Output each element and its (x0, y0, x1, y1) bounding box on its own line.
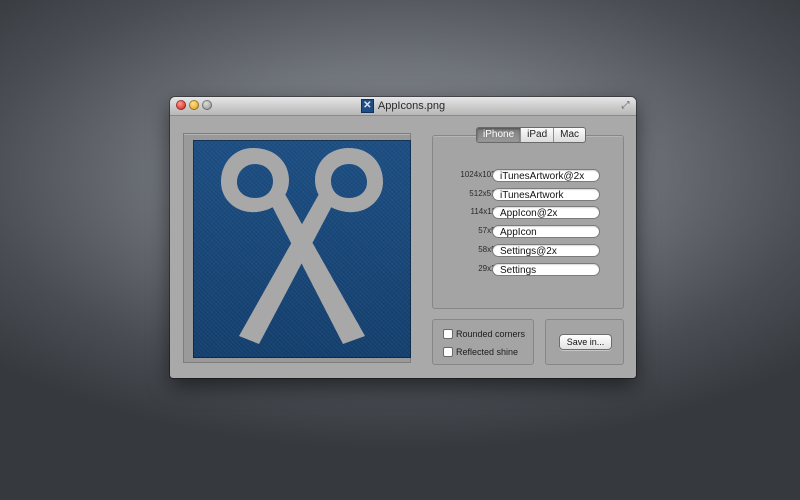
icon-preview (193, 140, 411, 358)
document-scissors-icon: ✕ (360, 99, 374, 113)
window-title: AppIcons.png (377, 100, 446, 112)
filename-field[interactable]: iTunesArtwork (492, 188, 600, 201)
size-row: 512x512 iTunesArtwork (432, 188, 622, 202)
rounded-corners-label[interactable]: Rounded corners (456, 329, 525, 339)
rounded-corners-checkbox[interactable] (443, 329, 453, 339)
reflected-shine-option[interactable]: Reflected shine (443, 347, 518, 357)
size-row: 57x57 AppIcon (432, 225, 622, 239)
scissors-icon (221, 148, 383, 344)
tab-ipad[interactable]: iPad (520, 128, 553, 142)
rounded-corners-option[interactable]: Rounded corners (443, 329, 525, 339)
filename-field[interactable]: Settings@2x (492, 244, 600, 257)
size-row: 1024x1024 iTunesArtwork@2x (432, 169, 622, 183)
icon-drop-well[interactable] (183, 133, 411, 363)
tab-iphone[interactable]: iPhone (477, 128, 521, 142)
device-tab-control: iPhone iPad Mac (476, 127, 587, 143)
options-group-box: Rounded corners Reflected shine (432, 319, 534, 365)
window-title-area: ✕ AppIcons.png (170, 97, 636, 115)
sizes-group-box (432, 135, 624, 309)
tab-mac[interactable]: Mac (553, 128, 585, 142)
filename-field[interactable]: AppIcon@2x (492, 206, 600, 219)
app-window: ✕ AppIcons.png ⤢ iPhone iPad Mac 1024x10… (170, 97, 636, 378)
size-row: 58x58 Settings@2x (432, 244, 622, 258)
size-row: 29x29 Settings (432, 263, 622, 277)
filename-field[interactable]: AppIcon (492, 225, 600, 238)
title-bar[interactable]: ✕ AppIcons.png ⤢ (170, 97, 636, 116)
save-in-button[interactable]: Save in... (559, 334, 612, 350)
filename-field[interactable]: Settings (492, 263, 600, 276)
save-group-box: Save in... (545, 319, 624, 365)
reflected-shine-label[interactable]: Reflected shine (456, 347, 518, 357)
filename-field[interactable]: iTunesArtwork@2x (492, 169, 600, 182)
reflected-shine-checkbox[interactable] (443, 347, 453, 357)
fullscreen-arrows-icon[interactable]: ⤢ (620, 100, 631, 111)
size-row: 114x114 AppIcon@2x (432, 206, 622, 220)
